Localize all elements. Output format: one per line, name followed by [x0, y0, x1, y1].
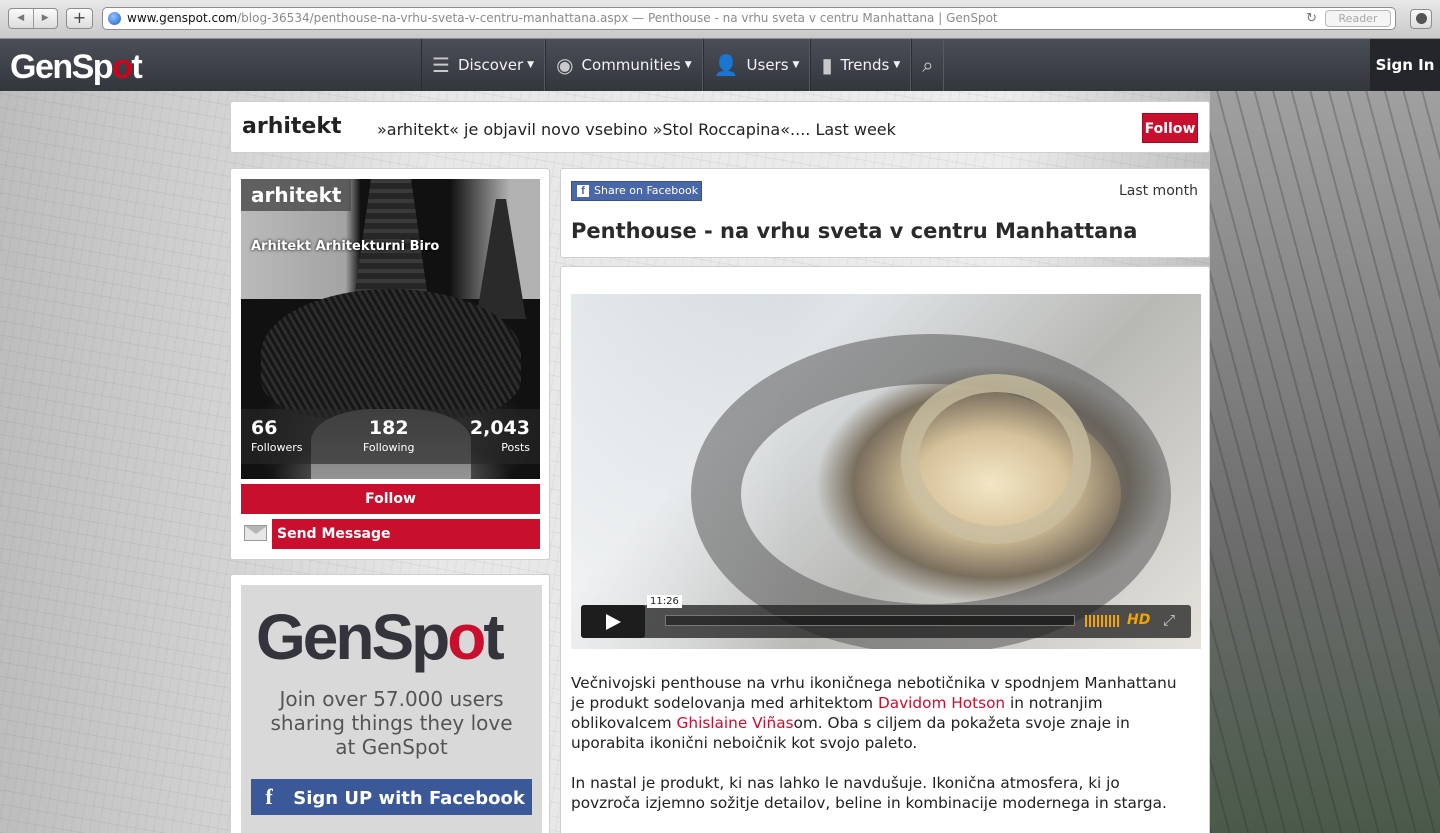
- link-ghislaine-vinas[interactable]: Ghislaine Viñas: [677, 714, 794, 732]
- profile-tags[interactable]: Arhitekt Arhitekturni Biro: [251, 239, 439, 254]
- article-title: Penthouse - na vrhu sveta v centru Manha…: [571, 219, 1138, 243]
- article-body: 11:26 HD ⤢ Večnivojski penthouse na vrhu…: [560, 266, 1210, 833]
- reader-button[interactable]: Reader: [1325, 10, 1391, 27]
- nav-discover-label: Discover: [457, 56, 524, 74]
- play-button[interactable]: [581, 605, 645, 638]
- article-header: f Share on Facebook Last month Penthouse…: [560, 168, 1210, 258]
- profile-name: arhitekt: [251, 183, 342, 207]
- menu-icon: ☰: [432, 53, 450, 77]
- globe-icon: [108, 12, 121, 25]
- share-facebook-button[interactable]: f Share on Facebook: [571, 181, 702, 201]
- facebook-icon: f: [577, 185, 589, 197]
- posts-label: Posts: [501, 441, 530, 454]
- video-controls: 11:26 HD ⤢: [581, 595, 1191, 638]
- bar-chart-icon: ▮: [821, 53, 833, 77]
- promo-line-3: at GenSpot: [335, 735, 448, 759]
- facebook-signup-label: Sign UP with Facebook: [293, 788, 525, 809]
- logo-accent: o: [112, 48, 133, 86]
- search-icon: ⌕: [922, 53, 934, 77]
- video-progress-track[interactable]: [665, 615, 1075, 626]
- hd-toggle[interactable]: HD: [1127, 612, 1150, 628]
- caret-down-icon: ▼: [792, 60, 800, 70]
- followers-stat[interactable]: 66 Followers: [251, 417, 303, 454]
- logo-text: GenSpot: [10, 48, 143, 86]
- address-bar[interactable]: www.genspot.com/blog-36534/penthouse-na-…: [102, 7, 1396, 30]
- promo-text: Join over 57.000 users sharing things th…: [241, 687, 542, 759]
- user-icon: 👤: [713, 53, 739, 77]
- link-davidom-hotson[interactable]: Davidom Hotson: [878, 694, 1005, 712]
- video-player[interactable]: 11:26 HD ⤢: [571, 294, 1201, 649]
- signup-promo: GenSpot Join over 57.000 users sharing t…: [230, 574, 550, 833]
- main-menu: ☰ Discover ▼ ◉ Communities ▼ 👤 Users ▼ ▮…: [421, 39, 945, 91]
- fullscreen-icon[interactable]: ⤢: [1163, 611, 1175, 629]
- genspot-logo[interactable]: GenSpot: [10, 47, 143, 87]
- promo-logo: GenSpot: [256, 601, 505, 673]
- promo-box: GenSpot Join over 57.000 users sharing t…: [241, 585, 542, 833]
- following-label: Following: [363, 441, 415, 454]
- share-facebook-label: Share on Facebook: [594, 184, 699, 197]
- profile-name-box: arhitekt: [241, 179, 352, 211]
- nav-users[interactable]: 👤 Users ▼: [702, 39, 811, 91]
- logo-accent: o: [447, 601, 486, 673]
- downloads-icon[interactable]: [1410, 9, 1432, 29]
- back-icon[interactable]: ◀: [9, 9, 34, 28]
- circle-icon: ◉: [556, 53, 574, 77]
- topbar-follow-button[interactable]: Follow: [1142, 113, 1198, 143]
- activity-ticker[interactable]: »arhitekt« je objavil novo vsebino »Stol…: [377, 120, 896, 139]
- nav-users-label: Users: [746, 56, 789, 74]
- site-navbar: GenSpot ☰ Discover ▼ ◉ Communities ▼ 👤 U…: [0, 39, 1440, 91]
- following-stat[interactable]: 182 Following: [363, 417, 415, 454]
- promo-line-2: sharing things they love: [270, 711, 513, 735]
- url-host: www.genspot.com: [127, 11, 238, 25]
- nav-discover[interactable]: ☰ Discover ▼: [421, 39, 546, 91]
- video-frame-inner-ring: [901, 374, 1091, 544]
- send-message-button[interactable]: Send Message: [272, 519, 540, 549]
- nav-communities[interactable]: ◉ Communities ▼: [545, 39, 703, 91]
- followers-count: 66: [251, 417, 278, 439]
- caret-down-icon: ▼: [684, 60, 692, 70]
- mail-icon: [244, 525, 267, 541]
- forward-icon[interactable]: ▶: [34, 9, 58, 28]
- post-time: Last month: [1118, 183, 1198, 199]
- photo-hair: [261, 289, 521, 419]
- facebook-signup-button[interactable]: f Sign UP with Facebook: [251, 779, 532, 815]
- profile-topbar: arhitekt »arhitekt« je objavil novo vseb…: [230, 101, 1210, 153]
- nav-communities-label: Communities: [581, 56, 681, 74]
- followers-label: Followers: [251, 441, 303, 454]
- nav-trends[interactable]: ▮ Trends ▼: [810, 39, 912, 91]
- nav-trends-label: Trends: [840, 56, 890, 74]
- caret-down-icon: ▼: [893, 60, 901, 70]
- reload-icon[interactable]: ↻: [1306, 8, 1317, 29]
- profile-follow-button[interactable]: Follow: [241, 484, 540, 514]
- nav-search[interactable]: ⌕: [911, 39, 945, 91]
- profile-stats: 66 Followers 182 Following 2,043 Posts: [241, 409, 540, 464]
- volume-icon[interactable]: [1085, 615, 1119, 627]
- new-tab-button[interactable]: +: [66, 8, 93, 29]
- back-forward-buttons[interactable]: ◀ ▶: [8, 8, 58, 29]
- profile-name-heading[interactable]: arhitekt: [242, 114, 341, 139]
- following-count: 182: [368, 417, 409, 439]
- article-paragraph-2: In nastal je produkt, ki nas lahko le na…: [571, 774, 1167, 812]
- profile-card: arhitekt Arhitekt Arhitekturni Biro 66 F…: [230, 168, 550, 560]
- facebook-icon: f: [265, 784, 273, 809]
- browser-toolbar: ◀ ▶ + www.genspot.com/blog-36534/penthou…: [0, 0, 1440, 39]
- caret-down-icon: ▼: [527, 60, 535, 70]
- posts-stat[interactable]: 2,043 Posts: [470, 417, 530, 454]
- posts-count: 2,043: [469, 417, 530, 439]
- video-time: 11:26: [647, 595, 682, 608]
- url-path-title: /blog-36534/penthouse-na-vrhu-sveta-v-ce…: [237, 11, 998, 25]
- article-paragraph-1: Večnivojski penthouse na vrhu ikoničnega…: [571, 673, 1191, 753]
- promo-line-1: Join over 57.000 users: [279, 687, 504, 711]
- sign-in-button[interactable]: Sign In: [1370, 39, 1440, 91]
